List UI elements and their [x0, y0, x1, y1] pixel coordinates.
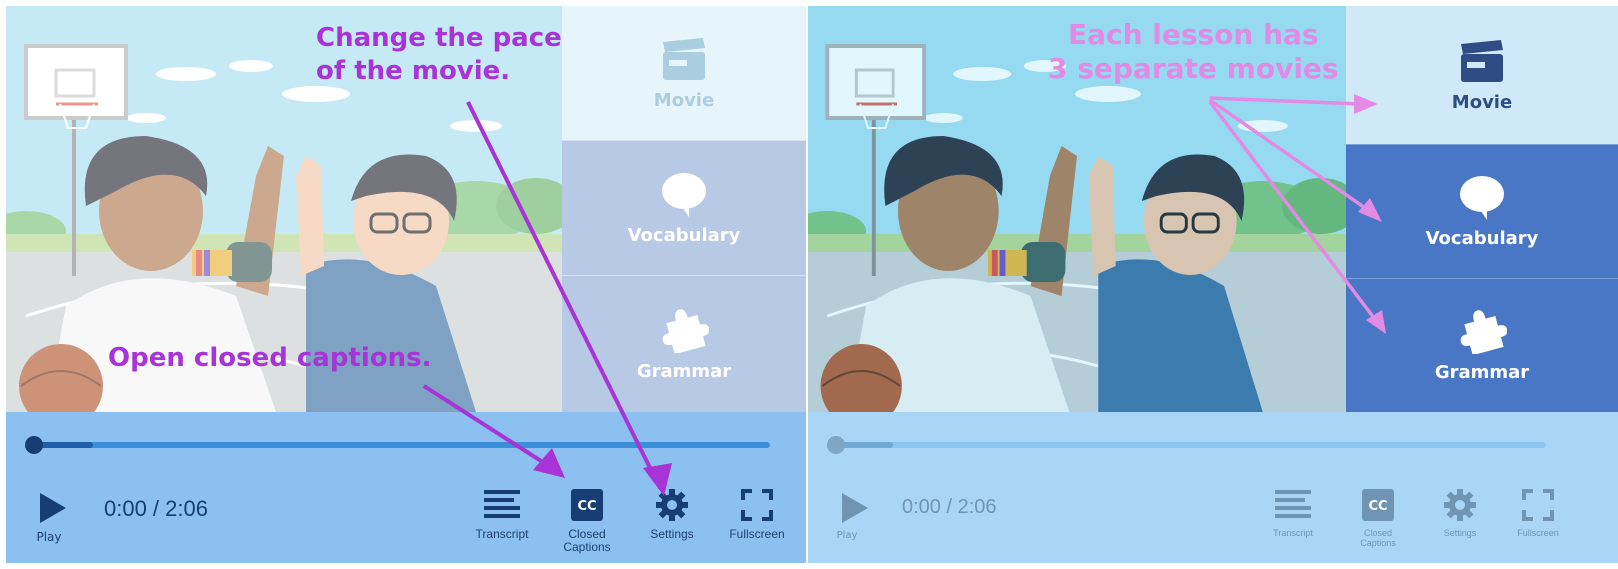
- puzzle-piece-icon: [662, 308, 709, 353]
- play-label: Play: [836, 530, 858, 541]
- menu-item-vocabulary[interactable]: Vocabulary: [562, 140, 806, 275]
- annotation-change-pace: Change the pace of the movie.: [316, 23, 562, 86]
- progress-slider[interactable]: [25, 436, 770, 454]
- closed-captions-label: Closed Captions: [1360, 528, 1396, 548]
- puzzle-piece-icon: [1460, 310, 1507, 354]
- closed-captions-button[interactable]: CC Closed Captions: [547, 488, 627, 554]
- fullscreen-label: Fullscreen: [729, 527, 785, 541]
- annotation-open-captions: Open closed captions.: [108, 343, 432, 373]
- svg-text:CC: CC: [1368, 499, 1387, 514]
- menu-item-label: Movie: [653, 89, 715, 111]
- transcript-label: Transcript: [1273, 528, 1313, 538]
- time-display: 0:00 / 2:06: [104, 496, 208, 521]
- play-icon: [40, 493, 66, 523]
- menu-item-label: Vocabulary: [1425, 228, 1539, 249]
- fullscreen-icon: [741, 489, 773, 521]
- clapperboard-icon: [1461, 39, 1503, 82]
- menu-item-label: Vocabulary: [627, 224, 741, 246]
- player-controls-bar: Play 0:00 / 2:06 Transcript CC Closed Ca…: [808, 412, 1618, 563]
- play-label: Play: [36, 530, 62, 544]
- play-button[interactable]: [836, 490, 876, 526]
- settings-button[interactable]: Settings: [632, 488, 712, 541]
- time-display: 0:00 / 2:06: [902, 496, 997, 518]
- left-player-panel: Movie Vocabulary Grammar Play 0:00 / 2:0…: [6, 6, 806, 563]
- lesson-menu: Movie Vocabulary Grammar: [562, 6, 806, 412]
- closed-captions-label: Closed Captions: [563, 527, 611, 554]
- speech-bubble-icon: [1460, 176, 1504, 220]
- menu-item-grammar[interactable]: Grammar: [1346, 278, 1618, 412]
- settings-label: Settings: [650, 527, 694, 541]
- annotation-three-movies: Each lesson has 3 separate movies: [1048, 18, 1339, 85]
- menu-item-label: Grammar: [1434, 362, 1530, 383]
- settings-label: Settings: [1443, 528, 1477, 538]
- gear-icon: [656, 489, 688, 521]
- menu-item-grammar[interactable]: Grammar: [562, 275, 806, 412]
- transcript-label: Transcript: [475, 527, 529, 541]
- transcript-button[interactable]: Transcript: [1253, 488, 1333, 538]
- closed-captions-button[interactable]: CC Closed Captions: [1338, 488, 1418, 548]
- closed-captions-icon: CC: [1362, 489, 1394, 521]
- svg-text:CC: CC: [577, 499, 596, 514]
- play-icon: [842, 493, 868, 523]
- fullscreen-label: Fullscreen: [1517, 528, 1559, 538]
- player-controls-bar: Play 0:00 / 2:06 Transcript CC Closed Ca…: [6, 412, 806, 563]
- speech-bubble-icon: [662, 172, 706, 217]
- settings-button[interactable]: Settings: [1420, 488, 1500, 538]
- transcript-icon: [1275, 490, 1311, 518]
- transcript-icon: [484, 490, 520, 518]
- progress-handle[interactable]: [827, 436, 845, 454]
- menu-item-label: Grammar: [636, 360, 732, 382]
- menu-item-label: Movie: [1451, 91, 1513, 113]
- right-player-panel: Movie Vocabulary Grammar Play 0:00 / 2:0…: [808, 6, 1618, 563]
- fullscreen-button[interactable]: Fullscreen: [717, 488, 797, 541]
- clapperboard-icon: [663, 37, 705, 80]
- menu-item-movie[interactable]: Movie: [1346, 6, 1618, 144]
- play-button[interactable]: [34, 490, 74, 526]
- menu-item-movie[interactable]: Movie: [562, 6, 806, 140]
- closed-captions-icon: CC: [571, 489, 603, 521]
- progress-handle[interactable]: [25, 436, 43, 454]
- fullscreen-button[interactable]: Fullscreen: [1498, 488, 1578, 538]
- fullscreen-icon: [1522, 489, 1554, 521]
- gear-icon: [1444, 489, 1476, 521]
- progress-slider[interactable]: [827, 436, 1546, 454]
- transcript-button[interactable]: Transcript: [462, 488, 542, 541]
- menu-item-vocabulary[interactable]: Vocabulary: [1346, 144, 1618, 278]
- lesson-menu: Movie Vocabulary Grammar: [1346, 6, 1618, 412]
